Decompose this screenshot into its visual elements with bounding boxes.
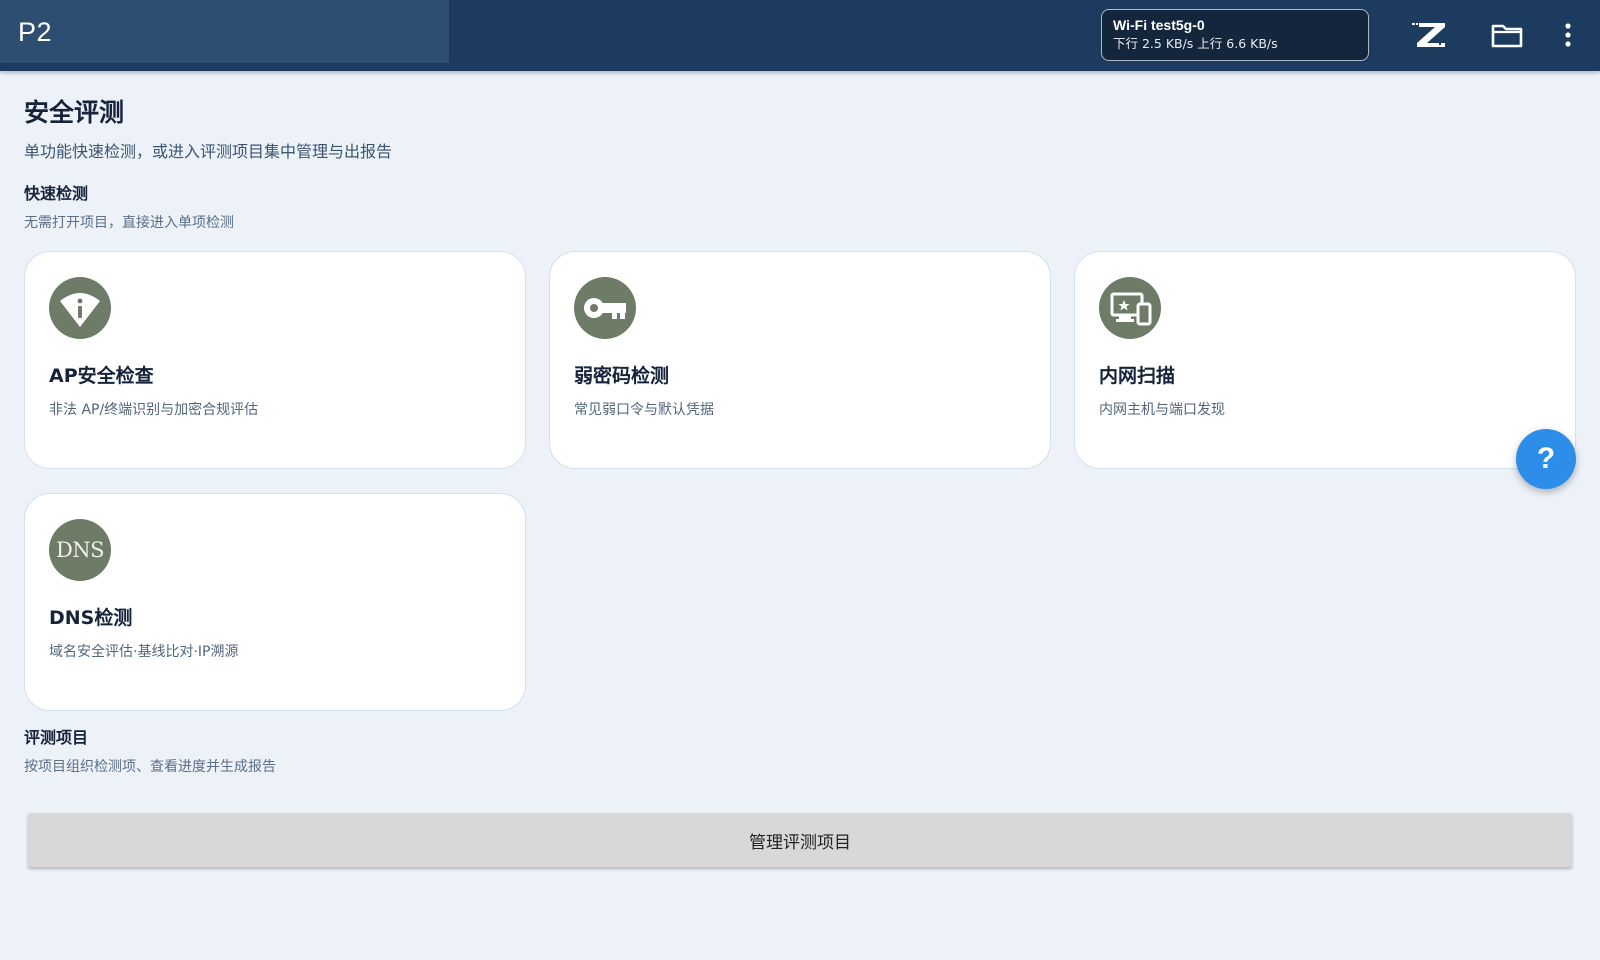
app-title: P2 (18, 17, 53, 47)
help-icon: ? (1536, 442, 1556, 475)
card-intranet-scan[interactable]: 内网扫描 内网主机与端口发现 (1074, 251, 1576, 469)
dns-icon: DNS (49, 519, 111, 581)
app-title-block: P2 (0, 0, 449, 63)
card-title: 弱密码检测 (574, 365, 670, 387)
wifi-info-icon (49, 277, 111, 339)
wifi-name: Wi-Fi test5g-0 (1113, 17, 1205, 33)
card-description: 常见弱口令与默认凭据 (574, 402, 714, 418)
dns-icon-text: DNS (55, 538, 105, 562)
card-description: 域名安全评估·基线比对·IP溯源 (49, 644, 239, 660)
devices-icon (1099, 277, 1161, 339)
card-description: 内网主机与端口发现 (1099, 402, 1225, 418)
security-evaluation-page: 安全评测 单功能快速检测，或进入评测项目集中管理与出报告 快速检测 无需打开项目… (0, 71, 1600, 960)
wifi-speed: 下行 2.5 KB/s 上行 6.6 KB/s (1113, 36, 1278, 51)
quick-check-title: 快速检测 (24, 184, 89, 203)
top-app-bar: P2 Wi-Fi test5g-0 下行 2.5 KB/s 上行 6.6 KB/… (0, 0, 1600, 71)
more-vert-icon[interactable] (1556, 16, 1580, 54)
page-subtitle: 单功能快速检测，或进入评测项目集中管理与出报告 (24, 142, 393, 161)
card-title: 内网扫描 (1099, 365, 1176, 387)
card-title: AP安全检查 (49, 365, 154, 387)
card-weak-password[interactable]: 弱密码检测 常见弱口令与默认凭据 (549, 251, 1051, 469)
card-title: DNS检测 (49, 607, 133, 629)
card-dns-check[interactable]: DNS DNS检测 域名安全评估·基线比对·IP溯源 (24, 493, 526, 711)
projects-title: 评测项目 (24, 728, 89, 747)
projects-subtitle: 按项目组织检测项、查看进度并生成报告 (24, 759, 276, 775)
manage-projects-button[interactable]: 管理评测项目 (28, 813, 1572, 867)
card-description: 非法 AP/终端识别与加密合规评估 (49, 402, 259, 418)
page-title: 安全评测 (24, 98, 125, 127)
quick-check-subtitle: 无需打开项目，直接进入单项检测 (24, 215, 234, 231)
wifi-status-box[interactable]: Wi-Fi test5g-0 下行 2.5 KB/s 上行 6.6 KB/s (1101, 9, 1369, 61)
help-button[interactable]: ? (1516, 429, 1576, 489)
card-ap-security[interactable]: AP安全检查 非法 AP/终端识别与加密合规评估 (24, 251, 526, 469)
key-icon (574, 277, 636, 339)
brand-z-icon[interactable] (1406, 16, 1450, 54)
folder-icon[interactable] (1487, 16, 1527, 54)
